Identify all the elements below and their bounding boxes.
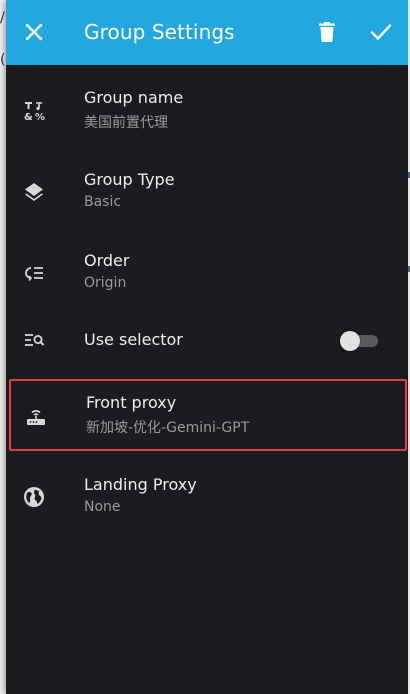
- delete-button[interactable]: [313, 18, 341, 46]
- group-name-value: 美国前置代理: [84, 115, 168, 131]
- order-value: Origin: [84, 275, 127, 291]
- group-type-value: Basic: [84, 194, 122, 210]
- setting-group-type[interactable]: Group Type Basic: [6, 156, 408, 228]
- globe-icon: [22, 485, 46, 509]
- front-proxy-label: Front proxy: [86, 393, 177, 412]
- layers-icon: [22, 180, 46, 204]
- sort-icon: [22, 261, 46, 285]
- toggle-thumb: [340, 331, 360, 351]
- group-type-label: Group Type: [84, 170, 175, 189]
- setting-use-selector[interactable]: Use selector: [6, 304, 408, 376]
- setting-landing-proxy[interactable]: Landing Proxy None: [6, 461, 408, 533]
- setting-front-proxy[interactable]: Front proxy 新加坡-优化-Gemini-GPT: [9, 379, 407, 451]
- background-text-fragment: (: [0, 52, 6, 68]
- group-settings-panel: Group Settings & % Group name 美国前置代理 Gro…: [6, 0, 408, 694]
- search-list-icon: [22, 328, 46, 352]
- use-selector-toggle[interactable]: [340, 331, 378, 351]
- use-selector-label: Use selector: [84, 330, 183, 349]
- background-text-fragment: /: [0, 10, 5, 26]
- page-title: Group Settings: [84, 20, 235, 44]
- close-icon: [25, 23, 43, 41]
- confirm-button[interactable]: [367, 18, 395, 46]
- router-icon: [24, 405, 48, 429]
- trash-icon: [319, 22, 335, 42]
- setting-group-name[interactable]: & % Group name 美国前置代理: [6, 74, 408, 146]
- landing-proxy-label: Landing Proxy: [84, 475, 197, 494]
- landing-proxy-value: None: [84, 499, 121, 515]
- front-proxy-value: 新加坡-优化-Gemini-GPT: [86, 420, 250, 436]
- close-button[interactable]: [20, 18, 48, 46]
- text-format-icon: & %: [22, 98, 46, 122]
- check-icon: [370, 24, 392, 40]
- svg-text:%: %: [35, 112, 45, 122]
- svg-text:&: &: [24, 112, 33, 122]
- setting-order[interactable]: Order Origin: [6, 237, 408, 309]
- order-label: Order: [84, 251, 130, 270]
- app-bar: Group Settings: [6, 0, 408, 65]
- group-name-label: Group name: [84, 88, 184, 107]
